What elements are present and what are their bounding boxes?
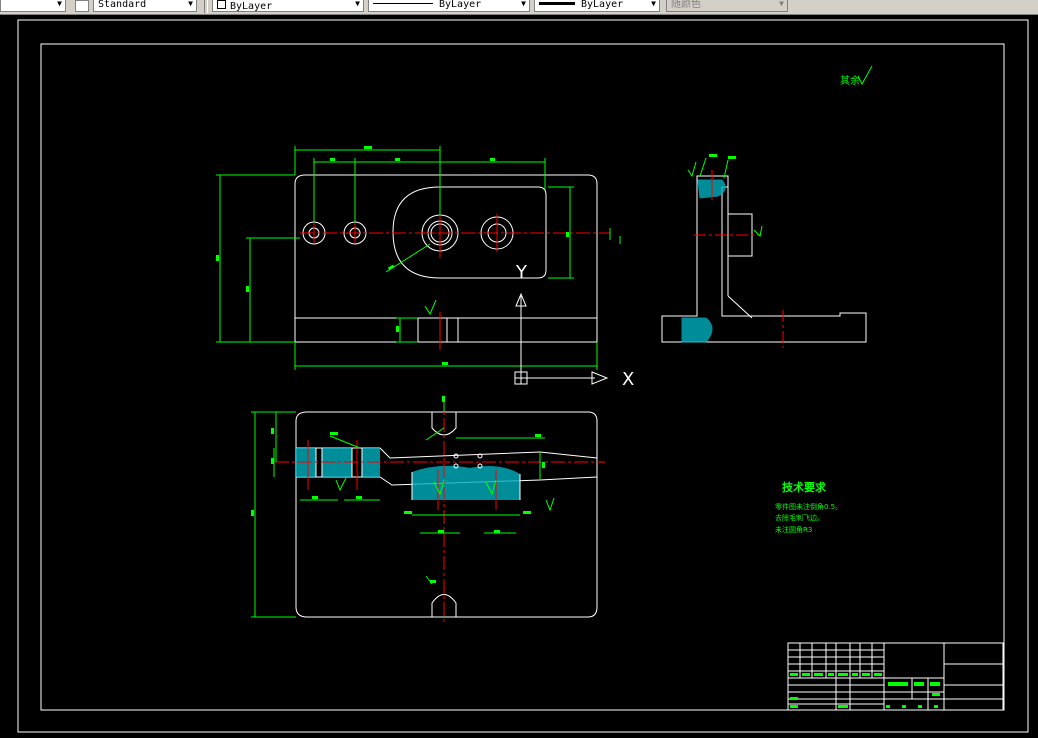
- chevron-down-icon: ▼: [651, 0, 656, 8]
- top-view[interactable]: [251, 395, 605, 625]
- tech-req-item-1: 零件图未注倒角0.5。: [775, 502, 842, 511]
- ucs-y-label: Y: [515, 262, 528, 283]
- chevron-down-icon: ▼: [188, 0, 193, 8]
- lineweight-preview-icon: [539, 2, 575, 5]
- chevron-down-icon: ▼: [521, 0, 526, 8]
- ucs-x-label: X: [622, 369, 634, 390]
- chevron-down-icon: ▼: [779, 0, 784, 8]
- linetype-preview-icon: [373, 3, 433, 4]
- chevron-down-icon: ▼: [355, 0, 360, 8]
- text-style-icon[interactable]: [75, 0, 89, 12]
- tech-req-title: 技术要求: [782, 480, 827, 494]
- drawing-canvas[interactable]: 其余 Y X 技术要求 零件图未注倒角0.5。 去除毛刺飞边。 未注圆角R3: [0, 14, 1038, 734]
- tech-req-item-3: 未注圆角R3: [775, 525, 812, 534]
- plot-style-dropdown[interactable]: 随颜色 ▼: [666, 0, 788, 12]
- workspace-dropdown[interactable]: ▼: [0, 0, 66, 12]
- ucs-icon: Y X: [514, 262, 634, 390]
- roughness-note-text: 其余: [840, 74, 860, 87]
- tech-req-item-2: 去除毛刺飞边。: [775, 513, 824, 522]
- chevron-down-icon: ▼: [57, 0, 62, 8]
- technical-requirements: 技术要求 零件图未注倒角0.5。 去除毛刺飞边。 未注圆角R3: [775, 480, 842, 534]
- toolbar-separator: [204, 0, 208, 13]
- text-style-dropdown[interactable]: Standard ▼: [93, 0, 197, 12]
- layer-color-dropdown[interactable]: ByLayer ▼: [212, 0, 364, 12]
- drawing-border: [40, 43, 1005, 711]
- color-swatch-icon: [217, 0, 226, 9]
- side-view[interactable]: [661, 154, 867, 348]
- properties-toolbar: ▼ Standard ▼ ByLayer ▼ ByLayer ▼ ByLayer ▼ 随…: [0, 0, 1038, 15]
- drawing-outer-frame: [17, 19, 1029, 733]
- lineweight-dropdown[interactable]: ByLayer ▼: [534, 0, 660, 12]
- front-view[interactable]: [216, 146, 621, 370]
- title-block[interactable]: [787, 642, 1004, 711]
- linetype-dropdown[interactable]: ByLayer ▼: [368, 0, 530, 12]
- roughness-note: 其余: [840, 65, 873, 87]
